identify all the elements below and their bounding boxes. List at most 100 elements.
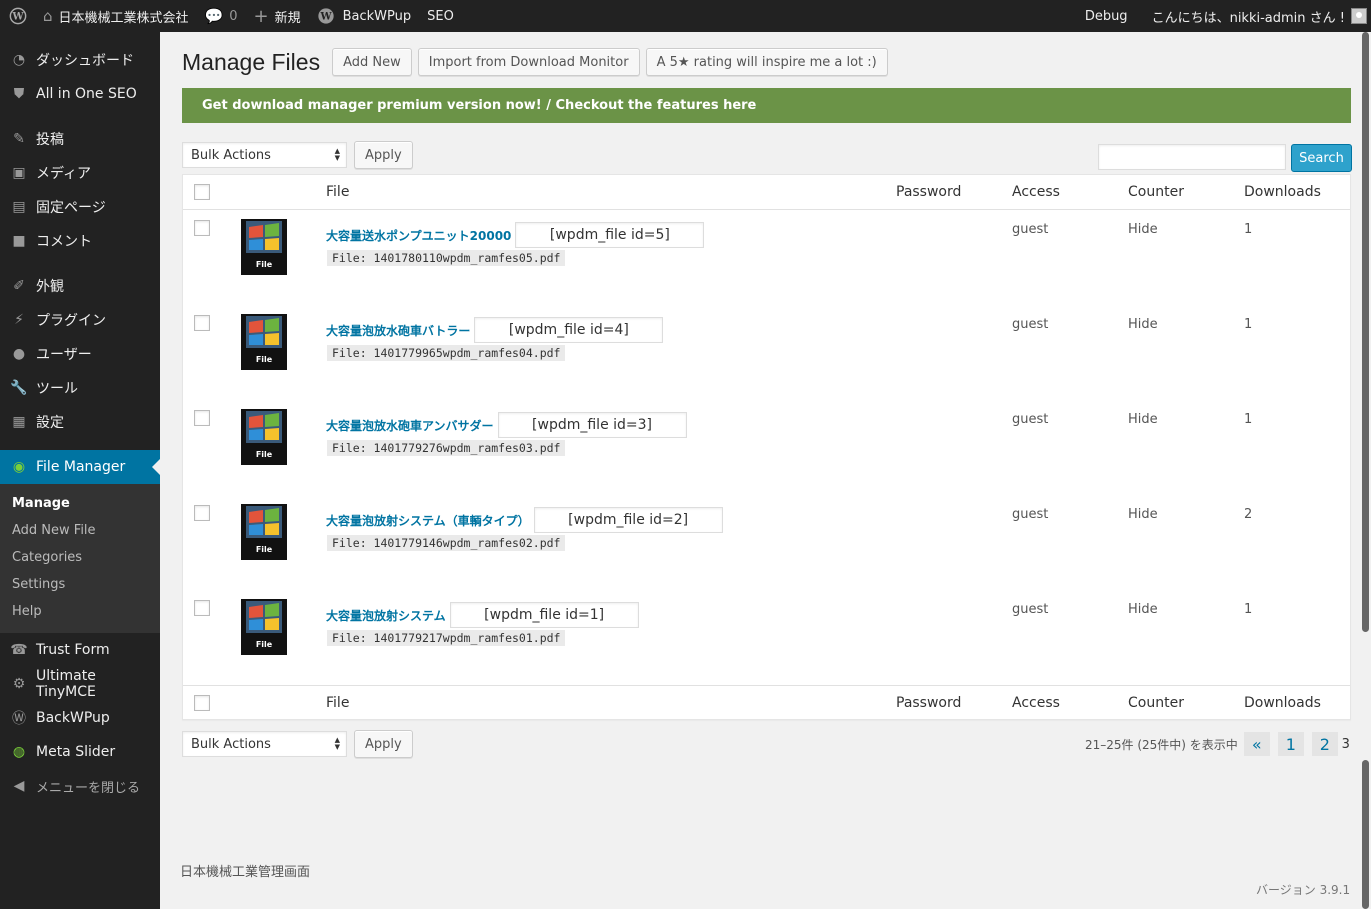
file-name: File: 1401779965wpdm_ramfes04.pdf [327, 345, 566, 361]
column-password[interactable]: Password [896, 695, 961, 711]
sidebar-item-all-in-one-seo[interactable]: ⛊ All in One SEO [0, 77, 160, 111]
row-checkbox[interactable] [194, 600, 210, 616]
backwpup-menu[interactable]: W BackWPup [309, 0, 420, 32]
scrollbar-thumb-lower[interactable] [1362, 760, 1369, 909]
file-title-link[interactable]: 大容量送水ポンプユニット20000 [326, 227, 511, 244]
submenu-item-categories[interactable]: Categories [0, 544, 160, 571]
sidebar-item-trust-form[interactable]: ☎ Trust Form [0, 633, 160, 667]
select-all-checkbox-bottom[interactable] [194, 695, 210, 711]
column-access[interactable]: Access [1012, 184, 1060, 200]
shortcode-field[interactable]: [wpdm_file id=4] [474, 317, 664, 343]
column-downloads[interactable]: Downloads [1244, 695, 1321, 711]
files-table: File Password Access Counter Downloads F… [182, 174, 1351, 720]
sidebar-item-settings[interactable]: ▦ 設定 [0, 405, 160, 439]
column-counter[interactable]: Counter [1128, 184, 1184, 200]
dashboard-icon: ◔ [12, 52, 26, 68]
shortcode-field[interactable]: [wpdm_file id=1] [449, 602, 639, 628]
column-downloads[interactable]: Downloads [1244, 184, 1321, 200]
comment-icon: 💬 [204, 7, 224, 25]
file-manager-submenu: Manage Add New File Categories Settings … [0, 484, 160, 633]
access-value: guest [1012, 412, 1049, 427]
column-file[interactable]: File [326, 695, 349, 711]
row-checkbox[interactable] [194, 220, 210, 236]
bulk-actions-value: Bulk Actions [191, 147, 271, 163]
prev-page-button[interactable]: « [1243, 732, 1270, 756]
sidebar-item-posts[interactable]: ✎ 投稿 [0, 122, 160, 156]
search-button[interactable]: Search [1291, 144, 1352, 172]
column-password[interactable]: Password [896, 184, 961, 200]
column-access[interactable]: Access [1012, 695, 1060, 711]
scrollbar-thumb[interactable] [1362, 32, 1369, 632]
apply-button[interactable]: Apply [354, 141, 413, 169]
access-value: guest [1012, 317, 1049, 332]
sidebar-item-appearance[interactable]: ✐ 外観 [0, 269, 160, 303]
sidebar-item-tools[interactable]: 🔧 ツール [0, 371, 160, 405]
submenu-item-manage[interactable]: Manage [0, 490, 160, 517]
page-1-link[interactable]: 1 [1277, 732, 1304, 756]
sidebar-item-plugins[interactable]: ⚡ プラグイン [0, 303, 160, 337]
file-title-link[interactable]: 大容量泡放射システム（車輌タイプ） [326, 512, 530, 529]
sidebar-item-ultimate-tinymce[interactable]: ⚙ Ultimate TinyMCE [0, 667, 160, 701]
bulk-actions-select[interactable]: Bulk Actions ▲ ▼ [182, 142, 347, 168]
sidebar-item-meta-slider[interactable]: ◍ Meta Slider [0, 735, 160, 769]
sidebar-item-comments[interactable]: ■ コメント [0, 224, 160, 258]
sidebar-item-file-manager[interactable]: ◉ File Manager [0, 450, 160, 484]
page-2-link[interactable]: 2 [1311, 732, 1338, 756]
sidebar-item-dashboard[interactable]: ◔ ダッシュボード [0, 43, 160, 77]
submenu-item-add-new-file[interactable]: Add New File [0, 517, 160, 544]
sidebar-item-users[interactable]: ● ユーザー [0, 337, 160, 371]
row-checkbox[interactable] [194, 505, 210, 521]
sidebar-item-label: BackWPup [36, 710, 110, 726]
downloads-value: 1 [1244, 317, 1253, 332]
shortcode-field[interactable]: [wpdm_file id=5] [515, 222, 705, 248]
new-content-menu[interactable]: + 新規 [246, 0, 309, 32]
brush-icon: ✐ [13, 278, 25, 294]
shortcode-field[interactable]: [wpdm_file id=2] [533, 507, 723, 533]
my-account-menu[interactable]: こんにちは、nikki-admin さん ! [1144, 0, 1371, 32]
row-checkbox[interactable] [194, 410, 210, 426]
row-checkbox[interactable] [194, 315, 210, 331]
table-footer: File Password Access Counter Downloads [183, 685, 1350, 720]
file-title-link[interactable]: 大容量泡放射システム [326, 607, 446, 624]
gear-icon: ⚙ [12, 676, 26, 692]
sidebar-item-media[interactable]: ▣ メディア [0, 156, 160, 190]
site-name-menu[interactable]: ⌂ 日本機械工業株式会社 [35, 0, 197, 32]
rating-button[interactable]: A 5★ rating will inspire me a lot :) [645, 48, 888, 76]
thumb-label: File [256, 355, 273, 364]
column-counter[interactable]: Counter [1128, 695, 1184, 711]
home-icon: ⌂ [43, 7, 53, 25]
file-title-link[interactable]: 大容量泡放水砲車バトラー [326, 322, 470, 339]
submenu-item-help[interactable]: Help [0, 598, 160, 625]
downloads-value: 1 [1244, 602, 1253, 617]
select-all-checkbox[interactable] [194, 184, 210, 200]
add-new-button[interactable]: Add New [332, 48, 412, 76]
page-title: Manage Files [182, 48, 321, 75]
search-input[interactable] [1098, 144, 1286, 170]
submenu-item-settings[interactable]: Settings [0, 571, 160, 598]
backwpup-label: BackWPup [342, 8, 412, 24]
file-title-link[interactable]: 大容量泡放水砲車アンバサダー [326, 417, 494, 434]
column-file[interactable]: File [326, 184, 349, 200]
comments-menu[interactable]: 💬 0 [197, 0, 246, 32]
footer-text: 日本機械工業管理画面 [180, 865, 311, 880]
sidebar-item-backwpup[interactable]: Ⓦ BackWPup [0, 701, 160, 735]
seo-menu[interactable]: SEO [419, 0, 462, 32]
sidebar-item-label: ツール [36, 381, 78, 397]
admin-sidebar: ◔ ダッシュボード ⛊ All in One SEO ✎ 投稿 ▣ メディア ▤… [0, 32, 160, 909]
apply-button-bottom[interactable]: Apply [354, 730, 413, 758]
thumb-label: File [256, 640, 273, 649]
collapse-menu-button[interactable]: ◀ メニューを閉じる [0, 769, 160, 803]
file-thumbnail-icon: File [241, 504, 287, 560]
premium-promo-banner[interactable]: Get download manager premium version now… [182, 88, 1351, 123]
shortcode-field[interactable]: [wpdm_file id=3] [497, 412, 687, 438]
import-button[interactable]: Import from Download Monitor [417, 48, 640, 76]
collapse-arrow-icon: ◀ [13, 778, 25, 794]
sidebar-item-pages[interactable]: ▤ 固定ページ [0, 190, 160, 224]
sidebar-item-label: Ultimate TinyMCE [35, 668, 96, 700]
wp-logo-menu[interactable]: W [0, 0, 35, 32]
page-header: Manage Files Add New Import from Downloa… [182, 48, 888, 76]
debug-menu[interactable]: Debug [1077, 0, 1136, 32]
current-page: 3 [1341, 736, 1350, 752]
file-name: File: 1401779146wpdm_ramfes02.pdf [327, 535, 566, 551]
bulk-actions-select-bottom[interactable]: Bulk Actions ▲ ▼ [182, 731, 347, 757]
